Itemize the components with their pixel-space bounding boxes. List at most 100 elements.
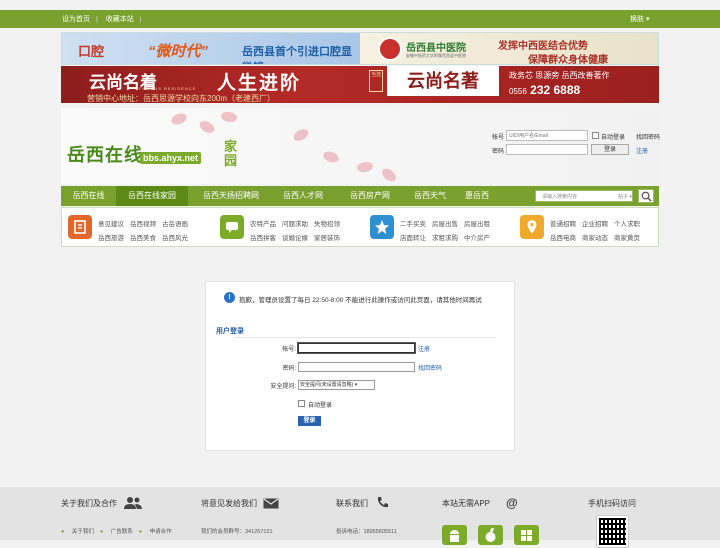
category-link[interactable]: 商家动态 <box>582 235 608 242</box>
category-link[interactable]: 岳西美食 <box>130 235 156 242</box>
notice-message: 抱歉，管理员设置了每日 22:50-8:00 不能进行此操作或访问此页面，请其他… <box>239 297 482 304</box>
petal-decoration <box>379 166 399 184</box>
nav-item-hui[interactable]: 惠岳西 <box>459 186 495 206</box>
category-link[interactable]: 店面转让 <box>400 235 426 242</box>
category-link[interactable]: 求租求购 <box>432 235 458 242</box>
category-link[interactable]: 房屋出售 <box>432 221 458 228</box>
footer-contact-text: 投诉电话：18955605511 <box>336 529 397 535</box>
users-icon <box>124 497 142 509</box>
find-password-link[interactable]: 找回密码 <box>418 363 442 372</box>
phone-icon <box>377 497 388 508</box>
category-link[interactable]: 普通招聘 <box>550 221 576 228</box>
nav-item-yuexi-home[interactable]: 岳西在线家园 <box>116 186 188 206</box>
footer-feedback-text: 我们的会员群号：341257131 <box>201 529 273 535</box>
auto-login-checkbox[interactable] <box>298 400 305 407</box>
account-field[interactable] <box>298 343 415 353</box>
realestate-highlight: 云尚名著 <box>387 66 499 96</box>
password-field[interactable] <box>298 362 415 372</box>
category-link[interactable]: 古岳语画 <box>162 221 188 228</box>
category-link[interactable]: 商家黄页 <box>614 235 640 242</box>
android-icon[interactable] <box>442 525 467 545</box>
realestate-names: 政务芯 思源旁 岳西改善著作 <box>509 71 610 80</box>
footer-link[interactable]: 广告联系 <box>111 529 133 535</box>
search-icon <box>641 191 652 202</box>
nav-item-recruit[interactable]: 岳西天扬招聘网 <box>191 186 271 206</box>
nav-item-talent[interactable]: 岳西人才网 <box>273 186 333 206</box>
footer-about-links: ● 关于我们 ● 广告联系 ● 申请合作 <box>61 529 172 535</box>
password-input[interactable] <box>506 144 588 155</box>
location-icon <box>520 215 544 239</box>
category-link[interactable]: 家居装饰 <box>314 235 340 242</box>
apple-icon[interactable] <box>478 525 503 545</box>
nav-item-house[interactable]: 岳西房产网 <box>339 186 401 206</box>
login-button[interactable]: 登录 <box>591 144 629 155</box>
nav-item-weather[interactable]: 岳西天气 <box>407 186 453 206</box>
category-link[interactable]: 失物招领 <box>314 221 340 228</box>
category-link[interactable]: 岳西电商 <box>550 235 576 242</box>
footer-feedback-title: 将意见发给我们 <box>201 499 257 508</box>
account-input[interactable] <box>506 130 588 141</box>
hospital-logo-icon <box>378 37 402 61</box>
set-homepage-link[interactable]: 设为首页 <box>62 16 90 23</box>
nav-item-yuexi-online[interactable]: 岳西在线 <box>61 186 116 206</box>
category-link[interactable]: 房屋出租 <box>464 221 490 228</box>
category-link[interactable]: 二手买卖 <box>400 221 426 228</box>
auto-login-label: 自动登录 <box>308 403 333 409</box>
search-scope-select[interactable]: 帖子 ▾ <box>618 193 632 200</box>
category-group: 意见建议 岳西视频 古岳语画 岳西旅游 岳西美食 岳西风光 <box>68 212 208 244</box>
category-row: 店面转让 求租求购 中介房产 <box>400 232 496 242</box>
auto-login-label: 自动登录 <box>601 135 626 141</box>
category-link[interactable]: 企业招聘 <box>582 221 608 228</box>
category-link[interactable]: 岳西风光 <box>162 235 188 242</box>
register-link[interactable]: 注册 <box>636 146 648 155</box>
skin-switcher[interactable]: 换肤 ▾ <box>630 14 649 24</box>
category-link[interactable]: 意见建议 <box>98 221 124 228</box>
account-label: 帐号 <box>492 135 505 141</box>
realestate-tag: 当选 <box>369 70 383 92</box>
category-link[interactable]: 岳西视频 <box>130 221 156 228</box>
petal-decoration <box>321 149 341 165</box>
category-link[interactable]: 问题求助 <box>282 221 308 228</box>
footer: 关于我们及合作 ● 关于我们 ● 广告联系 ● 申请合作 将意见发给我们 我们的会员… <box>0 487 720 548</box>
category-row: 农特产品 问题求助 失物招领 <box>250 218 346 228</box>
divider <box>234 337 496 338</box>
at-icon: @ <box>506 496 518 510</box>
search-button[interactable] <box>638 189 654 203</box>
footer-contact-title: 联系我们 <box>336 499 368 508</box>
footer-about-title: 关于我们及合作 <box>61 499 117 508</box>
search-input[interactable]: 请输入搜索内容 帖子 ▾ <box>535 190 633 202</box>
category-link[interactable]: 岳西拼客 <box>250 235 276 242</box>
chat-icon <box>220 215 244 239</box>
ad-banner-hospital[interactable]: 口腔 “微时代” 岳西县首个引进口腔显微镜 岳西县中医院 安徽中医药大学附属岳西… <box>61 32 659 65</box>
site-subtitle: 家园 <box>224 139 238 168</box>
category-row: 岳西旅游 岳西美食 岳西风光 <box>98 232 194 242</box>
hospital-name: 岳西县中医院 <box>406 43 466 54</box>
submit-login-button[interactable]: 登录 <box>298 416 321 426</box>
category-row: 普通招聘 企业招聘 个人求职 <box>550 218 646 228</box>
footer-app-title: 本站无需APP <box>442 499 491 508</box>
category-link[interactable]: 谈婚论嫁 <box>282 235 308 242</box>
site-logo[interactable]: 岳西在线 <box>67 141 143 167</box>
security-question-select[interactable]: 安全提问(未设置请忽略) ▾ <box>298 380 375 390</box>
register-link[interactable]: 注册 <box>418 344 430 353</box>
hospital-slogan-1: 发挥中西医结合优势 <box>498 41 588 52</box>
hospital-slogan-2: 保障群众身体健康 <box>528 55 608 65</box>
category-bar: 意见建议 岳西视频 古岳语画 岳西旅游 岳西美食 岳西风光 农特产品 问题求助 失物招领 岳… <box>61 207 659 247</box>
windows-icon[interactable] <box>514 525 539 545</box>
add-favorite-link[interactable]: 收藏本站 <box>106 16 134 23</box>
petal-decoration <box>169 111 189 127</box>
category-link[interactable]: 岳西旅游 <box>98 235 124 242</box>
petal-decoration <box>356 160 374 174</box>
account-label: 帐号: <box>282 347 296 353</box>
main-nav: 岳西在线 岳西在线家园 岳西天扬招聘网 岳西人才网 岳西房产网 岳西天气 惠岳西… <box>61 186 659 206</box>
category-link[interactable]: 农特产品 <box>250 221 276 228</box>
footer-link[interactable]: 关于我们 <box>72 529 94 535</box>
category-group: 普通招聘 企业招聘 个人求职 岳西电商 商家动态 商家黄页 <box>520 212 656 244</box>
ad-banner-realestate[interactable]: 云尚名着 FAMOUS RESIDENCE 人生进阶 当选 云尚名著 营销中心地… <box>61 66 659 103</box>
hospital-subname: 安徽中医药大学附属岳西县中医院 <box>406 53 466 58</box>
footer-link[interactable]: 申请合作 <box>150 529 172 535</box>
find-password-link[interactable]: 找回密码 <box>636 132 660 141</box>
category-link[interactable]: 个人求职 <box>614 221 640 228</box>
auto-login-checkbox[interactable] <box>592 132 599 139</box>
category-link[interactable]: 中介房产 <box>464 235 490 242</box>
